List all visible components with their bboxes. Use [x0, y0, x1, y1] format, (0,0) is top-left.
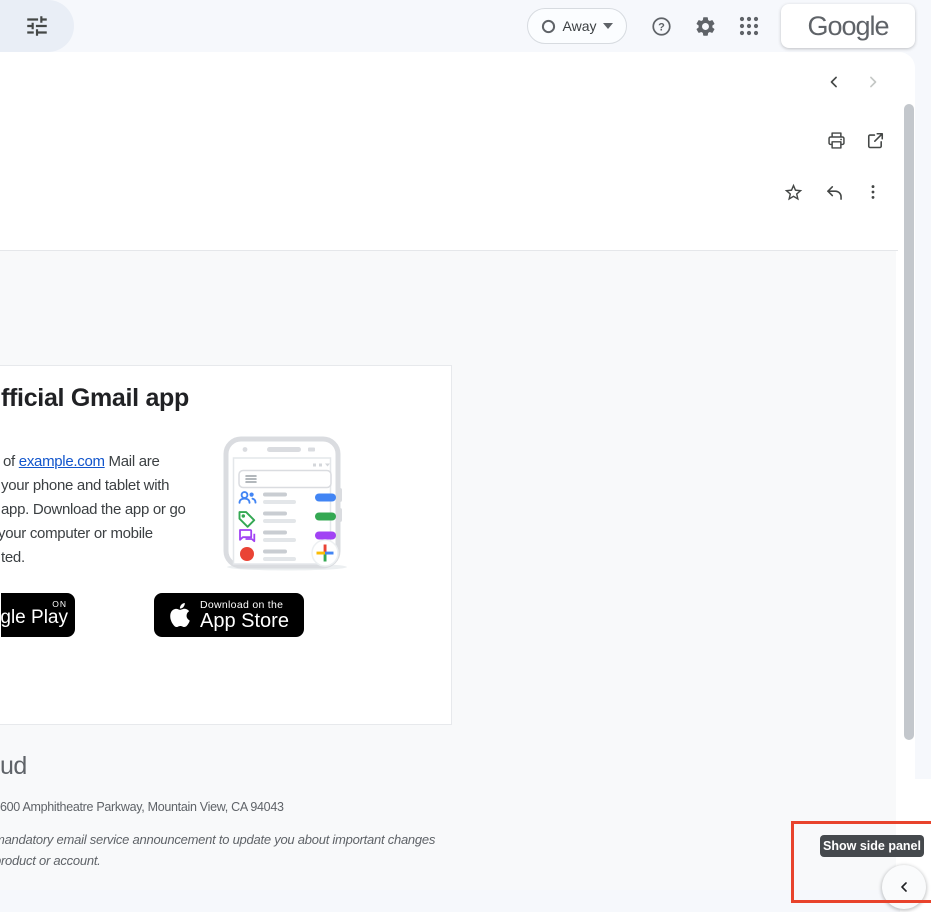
disclaimer-line: mandatory email service announcement to …: [0, 832, 435, 847]
more-vert-icon: [863, 182, 883, 202]
email-paragraph: of example.com Mail are your phone and t…: [1, 450, 186, 570]
tune-icon: [24, 13, 50, 39]
email-heading: fficial Gmail app: [1, 384, 189, 413]
apps-grid-button[interactable]: [729, 6, 769, 46]
top-header: Away ? Goo: [0, 0, 931, 52]
reply-icon: [824, 182, 845, 203]
compose-plus-icon: [312, 540, 338, 566]
settings-button[interactable]: [685, 6, 725, 46]
help-icon: ?: [650, 15, 673, 38]
reading-pane: fficial Gmail app of example.com Mail ar…: [0, 52, 915, 890]
reply-button[interactable]: [814, 172, 854, 212]
paragraph-line: your computer or mobile: [0, 522, 186, 546]
older-email-button[interactable]: [853, 62, 893, 102]
settings-gear-icon: [694, 15, 717, 38]
open-in-new-icon: [865, 130, 886, 151]
highlight-red-box: [791, 821, 931, 903]
paragraph-line: your phone and tablet with: [1, 474, 186, 498]
star-icon: [783, 182, 804, 203]
appstore-badge-top-text: Download on the: [200, 599, 289, 611]
print-button[interactable]: [816, 120, 856, 160]
paragraph-line: of example.com Mail are: [1, 450, 186, 474]
away-status-icon: [541, 19, 556, 34]
open-in-new-button[interactable]: [855, 120, 895, 160]
chevron-down-icon: [603, 23, 613, 30]
disclaimer-line: product or account.: [0, 853, 101, 868]
apps-grid-icon: [739, 16, 759, 36]
phone-illustration: [223, 436, 350, 573]
sender-brand-text: ud: [0, 752, 27, 781]
play-badge-name-text: gle Play: [1, 607, 68, 629]
newer-email-button[interactable]: [814, 62, 854, 102]
paragraph-text: Mail are: [105, 453, 160, 470]
chevron-left-icon: [824, 72, 844, 92]
paragraph-line: app. Download the app or go: [1, 498, 186, 522]
example-link[interactable]: example.com: [19, 453, 105, 470]
more-options-button[interactable]: [853, 172, 893, 212]
help-button[interactable]: ?: [641, 6, 681, 46]
print-icon: [826, 130, 847, 151]
apple-logo-icon: [168, 601, 192, 629]
paragraph-text: of: [3, 453, 19, 470]
status-label: Away: [563, 18, 597, 34]
google-logo-card[interactable]: Google: [781, 4, 915, 48]
phone-illustration-wrap: [223, 436, 350, 578]
gmail-window: Away ? Goo: [0, 0, 931, 912]
chevron-right-icon: [863, 72, 883, 92]
email-content-card: fficial Gmail app of example.com Mail ar…: [0, 365, 452, 725]
appstore-badge-name-text: App Store: [200, 611, 289, 632]
google-play-badge[interactable]: ON gle Play: [1, 593, 75, 637]
svg-text:?: ?: [658, 21, 665, 33]
status-selector[interactable]: Away: [527, 8, 627, 44]
sender-address: 600 Amphitheatre Parkway, Mountain View,…: [0, 800, 284, 814]
star-button[interactable]: [773, 172, 813, 212]
google-logo: Google: [807, 11, 888, 42]
scrollbar-thumb[interactable]: [904, 104, 914, 740]
app-store-badge[interactable]: Download on the App Store: [154, 593, 304, 637]
paragraph-line: ted.: [1, 546, 186, 570]
search-options-button[interactable]: [0, 0, 74, 52]
email-body-area: fficial Gmail app of example.com Mail ar…: [0, 251, 915, 890]
